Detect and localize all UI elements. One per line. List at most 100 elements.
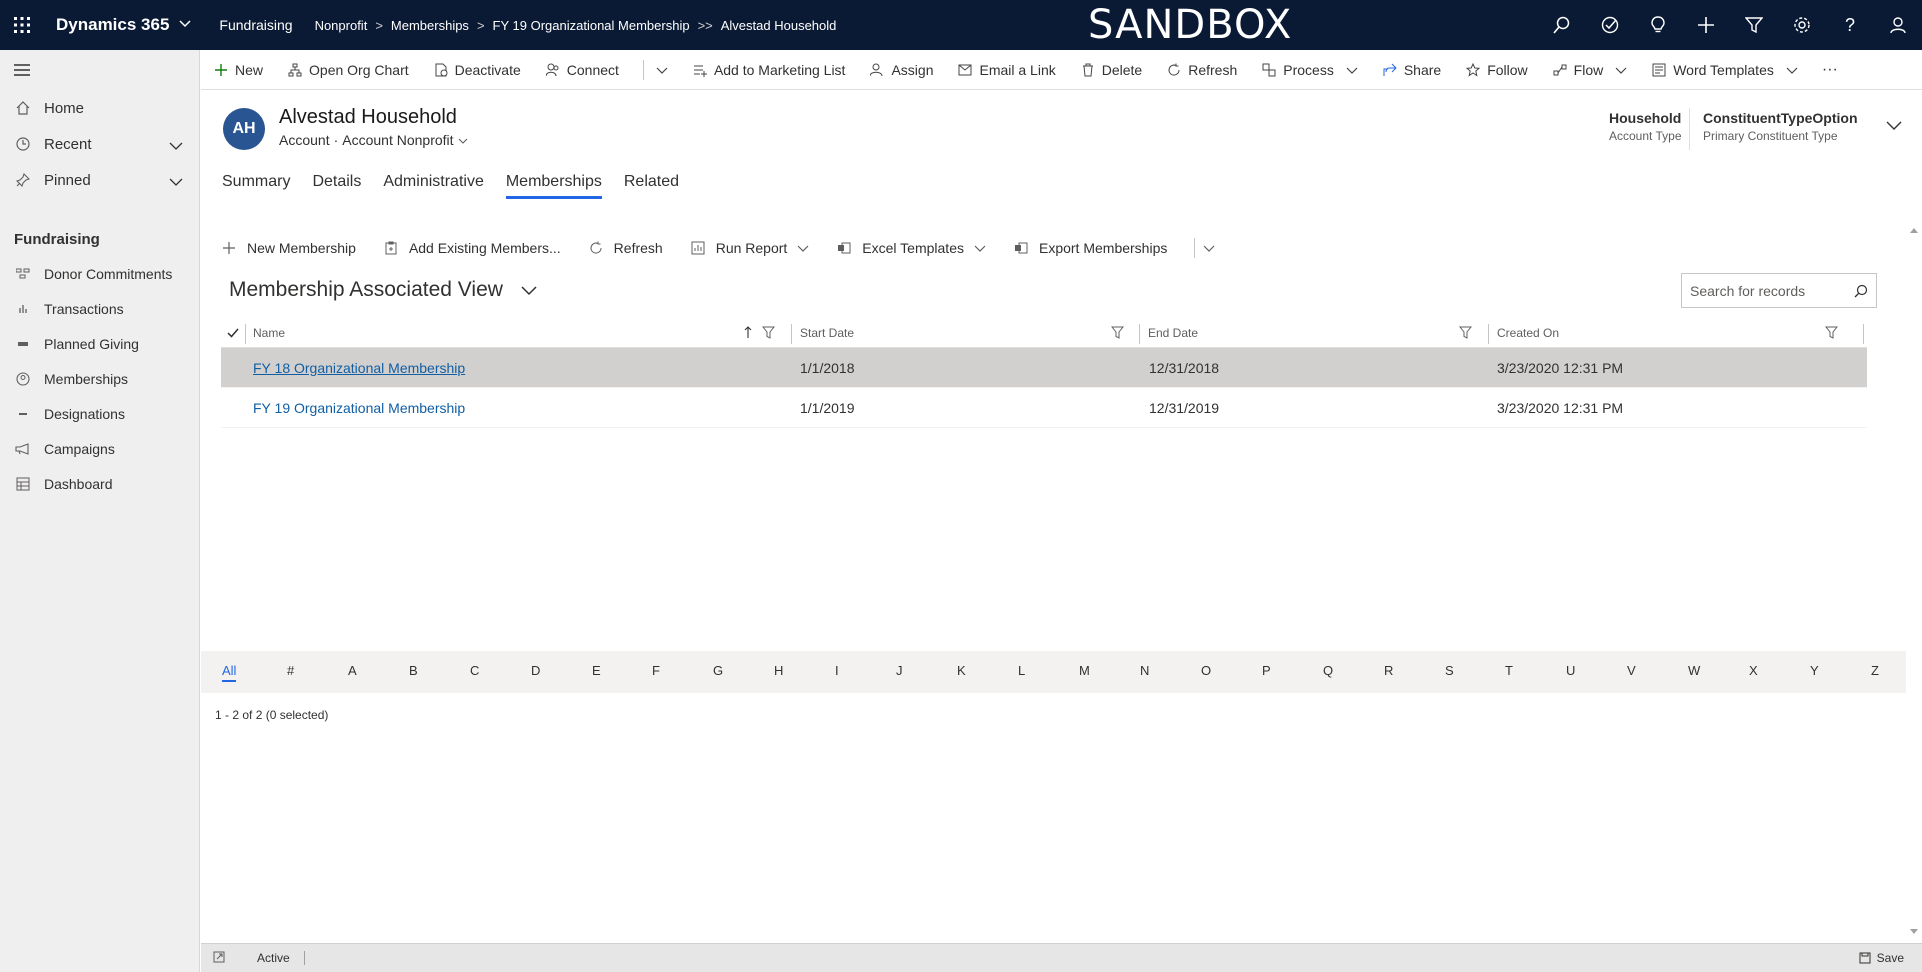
table-row[interactable]: FY 19 Organizational Membership 1/1/2019… <box>221 388 1867 428</box>
tab-details[interactable]: Details <box>312 165 361 199</box>
follow-button[interactable]: Follow <box>1465 50 1539 90</box>
jump-letter[interactable]: B <box>409 663 418 678</box>
jump-letter[interactable]: M <box>1079 663 1090 678</box>
view-selector[interactable]: Membership Associated View <box>229 278 537 302</box>
sidebar-item-pinned[interactable]: Pinned <box>0 162 199 198</box>
sidebar-item-home[interactable]: Home <box>0 90 199 126</box>
jump-letter[interactable]: T <box>1505 663 1513 678</box>
connect-button[interactable]: Connect <box>545 50 631 90</box>
breadcrumb-item[interactable]: Alvestad Household <box>721 18 837 33</box>
assign-button[interactable]: Assign <box>869 50 945 90</box>
jump-letter[interactable]: R <box>1384 663 1393 678</box>
jump-letter[interactable]: W <box>1688 663 1700 678</box>
sidebar-item-transactions[interactable]: Transactions <box>0 291 199 326</box>
chevron-down-icon[interactable] <box>169 137 183 154</box>
scroll-down-arrow-icon[interactable] <box>1910 922 1918 938</box>
export-memberships-button[interactable]: Export Memberships <box>1013 240 1167 256</box>
jump-letter[interactable]: K <box>957 663 966 678</box>
chevron-down-icon[interactable] <box>458 132 468 148</box>
sidebar-item-dashboard[interactable]: Dashboard <box>0 466 199 501</box>
header-expand-chevron-icon[interactable] <box>1886 118 1902 134</box>
user-profile-icon[interactable] <box>1874 0 1922 50</box>
column-header-start-date[interactable]: Start Date <box>794 318 854 348</box>
jump-letter[interactable]: C <box>470 663 479 678</box>
jump-letter[interactable]: Y <box>1810 663 1819 678</box>
jump-letter[interactable]: P <box>1262 663 1271 678</box>
jump-letter[interactable]: A <box>348 663 357 678</box>
record-name-link[interactable]: FY 18 Organizational Membership <box>253 360 465 376</box>
sidebar-item-donor-commitments[interactable]: Donor Commitments <box>0 256 199 291</box>
column-header-end-date[interactable]: End Date <box>1142 318 1198 348</box>
word-templates-button[interactable]: Word Templates <box>1651 50 1810 90</box>
filter-icon[interactable] <box>761 326 776 342</box>
jump-letter[interactable]: # <box>287 663 294 678</box>
save-button[interactable]: Save <box>1859 951 1904 965</box>
filter-icon[interactable] <box>1730 0 1778 50</box>
process-button[interactable]: Process <box>1261 50 1370 90</box>
run-report-button[interactable]: Run Report <box>690 240 810 256</box>
jump-letter[interactable]: G <box>713 663 723 678</box>
tab-memberships[interactable]: Memberships <box>505 165 602 199</box>
filter-icon[interactable] <box>1458 326 1473 342</box>
more-commands-button[interactable]: ··· <box>1822 50 1850 90</box>
filter-icon[interactable] <box>1824 326 1839 342</box>
add-existing-membership-button[interactable]: Add Existing Members... <box>383 240 561 256</box>
sidebar-item-recent[interactable]: Recent <box>0 126 199 162</box>
jump-letter[interactable]: F <box>652 663 660 678</box>
tab-summary[interactable]: Summary <box>222 165 290 199</box>
chevron-down-icon[interactable] <box>169 173 183 190</box>
jump-letter[interactable]: All <box>222 663 237 682</box>
excel-templates-button[interactable]: Excel Templates <box>836 240 986 256</box>
jump-letter[interactable]: Z <box>1871 663 1879 678</box>
task-check-icon[interactable] <box>1586 0 1634 50</box>
app-name[interactable]: Dynamics 365 <box>56 15 191 35</box>
subgrid-more-dropdown[interactable] <box>1203 240 1215 256</box>
form-selector[interactable]: Account Nonprofit <box>342 132 453 148</box>
jump-letter[interactable]: O <box>1201 663 1211 678</box>
column-header-name[interactable]: Name <box>247 318 285 348</box>
jump-letter[interactable]: V <box>1627 663 1636 678</box>
jump-letter[interactable]: U <box>1566 663 1575 678</box>
jump-letter[interactable]: L <box>1018 663 1025 678</box>
table-row[interactable]: FY 18 Organizational Membership 1/1/2018… <box>221 348 1867 388</box>
tab-related[interactable]: Related <box>624 165 679 199</box>
new-membership-button[interactable]: New Membership <box>221 240 356 256</box>
plus-icon[interactable] <box>1682 0 1730 50</box>
sort-ascending-icon[interactable] <box>744 326 752 342</box>
jump-letter[interactable]: N <box>1140 663 1149 678</box>
search-input[interactable]: Search for records <box>1681 273 1877 308</box>
vertical-scrollbar[interactable] <box>1906 218 1922 940</box>
help-icon[interactable]: ? <box>1826 0 1874 50</box>
delete-button[interactable]: Delete <box>1080 50 1154 90</box>
breadcrumb-item[interactable]: FY 19 Organizational Membership <box>493 18 690 33</box>
sidebar-item-memberships[interactable]: Memberships <box>0 361 199 396</box>
sidebar-item-campaigns[interactable]: Campaigns <box>0 431 199 466</box>
add-to-marketing-list-button[interactable]: Add to Marketing List <box>692 50 858 90</box>
record-name-link[interactable]: FY 19 Organizational Membership <box>253 400 465 416</box>
jump-letter[interactable]: S <box>1445 663 1454 678</box>
email-link-button[interactable]: Email a Link <box>957 50 1067 90</box>
sidebar-item-planned-giving[interactable]: Planned Giving <box>0 326 199 361</box>
connect-more-dropdown[interactable] <box>656 50 680 90</box>
select-all-checkbox[interactable] <box>221 318 245 348</box>
open-in-new-window-icon[interactable] <box>213 951 229 966</box>
gear-icon[interactable] <box>1778 0 1826 50</box>
search-icon[interactable] <box>1538 0 1586 50</box>
sidebar-item-designations[interactable]: Designations <box>0 396 199 431</box>
jump-letter[interactable]: Q <box>1323 663 1333 678</box>
hamburger-menu-icon[interactable] <box>0 50 199 90</box>
breadcrumb-item[interactable]: Nonprofit <box>315 18 368 33</box>
search-icon[interactable] <box>1846 284 1876 298</box>
tab-administrative[interactable]: Administrative <box>383 165 483 199</box>
jump-letter[interactable]: J <box>896 663 903 678</box>
flow-button[interactable]: Flow <box>1552 50 1640 90</box>
breadcrumb-item[interactable]: Memberships <box>391 18 469 33</box>
open-org-chart-button[interactable]: Open Org Chart <box>287 50 421 90</box>
share-button[interactable]: Share <box>1382 50 1453 90</box>
deactivate-button[interactable]: Deactivate <box>433 50 533 90</box>
jump-letter[interactable]: D <box>531 663 540 678</box>
jump-letter[interactable]: H <box>774 663 783 678</box>
refresh-button[interactable]: Refresh <box>1166 50 1249 90</box>
app-launcher-icon[interactable] <box>0 0 44 50</box>
column-header-created-on[interactable]: Created On <box>1491 318 1559 348</box>
